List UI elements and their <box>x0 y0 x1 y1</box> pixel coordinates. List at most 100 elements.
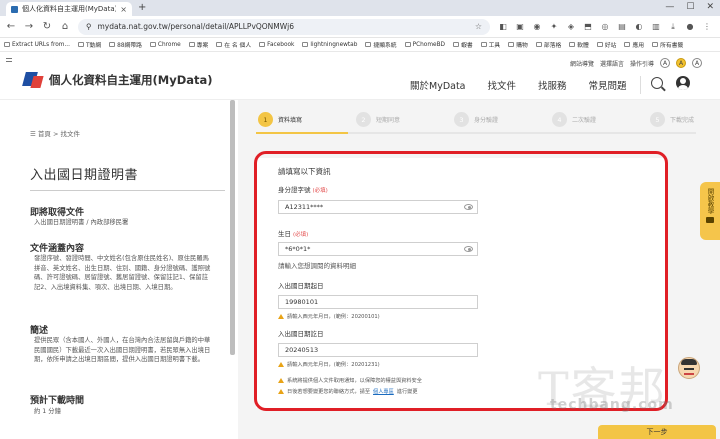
extension-icon[interactable]: ◈ <box>566 22 576 32</box>
bookmark-icon <box>365 42 372 47</box>
bookmark-item[interactable]: 軟體 <box>569 40 589 49</box>
step-fill-in: 1 資料填寫 <box>258 112 356 127</box>
bookmark-item[interactable]: PChomeBD <box>404 42 445 48</box>
section-heading-document: 即將取得文件 <box>30 208 85 218</box>
nav-faq[interactable]: 常見問題 <box>589 78 627 92</box>
bookmark-item[interactable]: Extract URLs from... <box>4 42 70 48</box>
url-bar[interactable]: ⚲ mydata.nat.gov.tw/personal/detail/APLL… <box>78 18 490 35</box>
bookmark-item[interactable]: 好站 <box>596 40 616 49</box>
extension-icon[interactable]: ▥ <box>651 22 661 32</box>
site-logo[interactable]: 個人化資料自主運用(MyData) <box>22 72 213 88</box>
folder-icon <box>453 42 460 47</box>
utility-links: 網站導覽 選擇語言 操作引導 A A A <box>570 58 703 68</box>
header-divider <box>640 76 641 94</box>
home-icon[interactable]: ⌂ <box>60 21 70 32</box>
section-body-summary: 提供民眾（含本國人、外國人，在台灣內合法居留與戶籍的中華民國國民）下載最近一次入… <box>34 337 211 363</box>
bookmark-item[interactable]: Facebook <box>259 42 294 48</box>
user-account-icon[interactable] <box>676 76 690 90</box>
new-tab-button[interactable]: + <box>138 2 146 13</box>
font-size-medium-button[interactable]: A <box>676 58 687 68</box>
tutorial-side-tab[interactable]: 開啟教學 <box>700 182 720 240</box>
forward-arrow-icon[interactable]: → <box>24 21 34 32</box>
bookmark-item[interactable]: 蝦書 <box>453 40 473 49</box>
bookmark-icon <box>302 42 309 47</box>
tutorial-icon <box>706 217 714 223</box>
breadcrumb-current[interactable]: 找文件 <box>61 130 81 138</box>
document-info-panel: ☰ 首頁 > 找文件 入出國日期證明書 即將取得文件 入出國日期證明書 / 內政… <box>0 100 238 439</box>
profile-icon[interactable]: ● <box>685 22 695 32</box>
bookmark-item[interactable]: Chrome <box>149 42 181 48</box>
progress-steps: 1 資料填寫 2 短期同意 3 身分驗證 4 二次驗證 5 下載完成 <box>258 112 720 127</box>
address-toolbar: ← → ↻ ⌂ ⚲ mydata.nat.gov.tw/personal/det… <box>0 16 720 38</box>
font-size-large-button[interactable]: A <box>692 58 703 68</box>
progress-bar <box>256 132 696 134</box>
folder-icon <box>188 42 195 47</box>
next-step-button[interactable]: 下一步 <box>598 425 716 439</box>
guide-link[interactable]: 操作引導 <box>630 59 654 68</box>
folder-icon <box>216 42 223 47</box>
bookmark-item[interactable]: 工具 <box>480 40 500 49</box>
window-controls: — ☐ ✕ <box>665 2 714 12</box>
close-window-button[interactable]: ✕ <box>706 2 714 12</box>
site-name: 個人化資料自主運用(MyData) <box>49 73 213 87</box>
folder-icon <box>535 42 542 47</box>
language-link[interactable]: 選擇語言 <box>600 59 624 68</box>
search-icon[interactable] <box>651 77 663 89</box>
reload-icon[interactable]: ↻ <box>42 21 52 32</box>
step-consent: 2 短期同意 <box>356 112 454 127</box>
extension-icon[interactable]: ◎ <box>600 22 610 32</box>
download-icon[interactable]: ⤓ <box>668 22 678 32</box>
sitemap-link[interactable]: 網站導覽 <box>570 59 594 68</box>
bookmark-item[interactable]: 在 名 個人 <box>216 40 251 49</box>
extension-icon[interactable]: ▤ <box>617 22 627 32</box>
folder-icon <box>109 42 116 47</box>
extension-icon[interactable]: ✦ <box>549 22 559 32</box>
nav-find-documents[interactable]: 找文件 <box>488 78 517 92</box>
bookmark-icon <box>78 42 84 47</box>
mascot-avatar <box>678 357 700 379</box>
extension-icon[interactable]: ▣ <box>515 22 525 32</box>
minimize-button[interactable]: — <box>665 2 674 12</box>
step-identity: 3 身分驗證 <box>454 112 552 127</box>
menu-toggle-icon[interactable] <box>6 58 12 64</box>
extension-icon[interactable]: ◧ <box>498 22 508 32</box>
page-title: 入出國日期證明書 <box>30 168 139 183</box>
browser-tab[interactable]: 個人化資料自主運用(MyData) × <box>6 2 132 16</box>
bookmark-item[interactable]: lightningnewtab <box>302 42 357 48</box>
maximize-button[interactable]: ☐ <box>686 2 694 12</box>
bookmark-item[interactable]: 88網帶路 <box>109 40 142 49</box>
bookmark-item[interactable]: T動網 <box>78 40 101 49</box>
menu-icon[interactable]: ⋮ <box>702 22 712 32</box>
font-size-small-button[interactable]: A <box>660 58 671 68</box>
site-info-icon[interactable]: ⚲ <box>86 22 92 31</box>
bookmark-item[interactable]: 捷顯系統 <box>365 40 397 49</box>
extension-icon[interactable]: ◉ <box>532 22 542 32</box>
bookmark-item[interactable]: 專案 <box>188 40 208 49</box>
tab-title: 個人化資料自主運用(MyData) <box>22 5 117 13</box>
breadcrumb: ☰ 首頁 > 找文件 <box>30 128 80 138</box>
tab-close-icon[interactable]: × <box>120 5 127 14</box>
facebook-icon <box>259 42 266 47</box>
bookmark-item[interactable]: 購物 <box>508 40 528 49</box>
section-heading-summary: 簡述 <box>30 326 49 336</box>
bookmark-item[interactable]: 應用 <box>624 40 644 49</box>
back-arrow-icon[interactable]: ← <box>6 21 16 32</box>
sidebar-scrollbar[interactable] <box>230 100 235 355</box>
nav-find-services[interactable]: 找服務 <box>538 78 567 92</box>
bookmark-item[interactable]: 部落格 <box>535 40 561 49</box>
breadcrumb-menu-icon: ☰ <box>30 130 38 138</box>
extension-icon[interactable]: ◐ <box>634 22 644 32</box>
folder-icon <box>480 42 487 47</box>
bookmark-star-icon[interactable]: ☆ <box>475 22 482 31</box>
bookmark-item[interactable]: 所有書籤 <box>652 40 683 49</box>
section-heading-contents: 文件涵蓋內容 <box>30 244 85 254</box>
section-body-contents: 發證序號、發證時間、中文姓名(包含原住民姓名)、原住民羅馬拼音、英文姓名、出生日… <box>34 255 211 291</box>
bookmark-icon <box>4 42 10 47</box>
nav-about[interactable]: 關於MyData <box>410 78 466 92</box>
breadcrumb-separator: > <box>52 130 59 138</box>
extension-icon[interactable]: ⬒ <box>583 22 593 32</box>
site-favicon-icon <box>11 5 18 13</box>
folder-icon <box>652 42 659 47</box>
folder-icon <box>624 42 631 47</box>
breadcrumb-home[interactable]: 首頁 <box>38 130 51 138</box>
